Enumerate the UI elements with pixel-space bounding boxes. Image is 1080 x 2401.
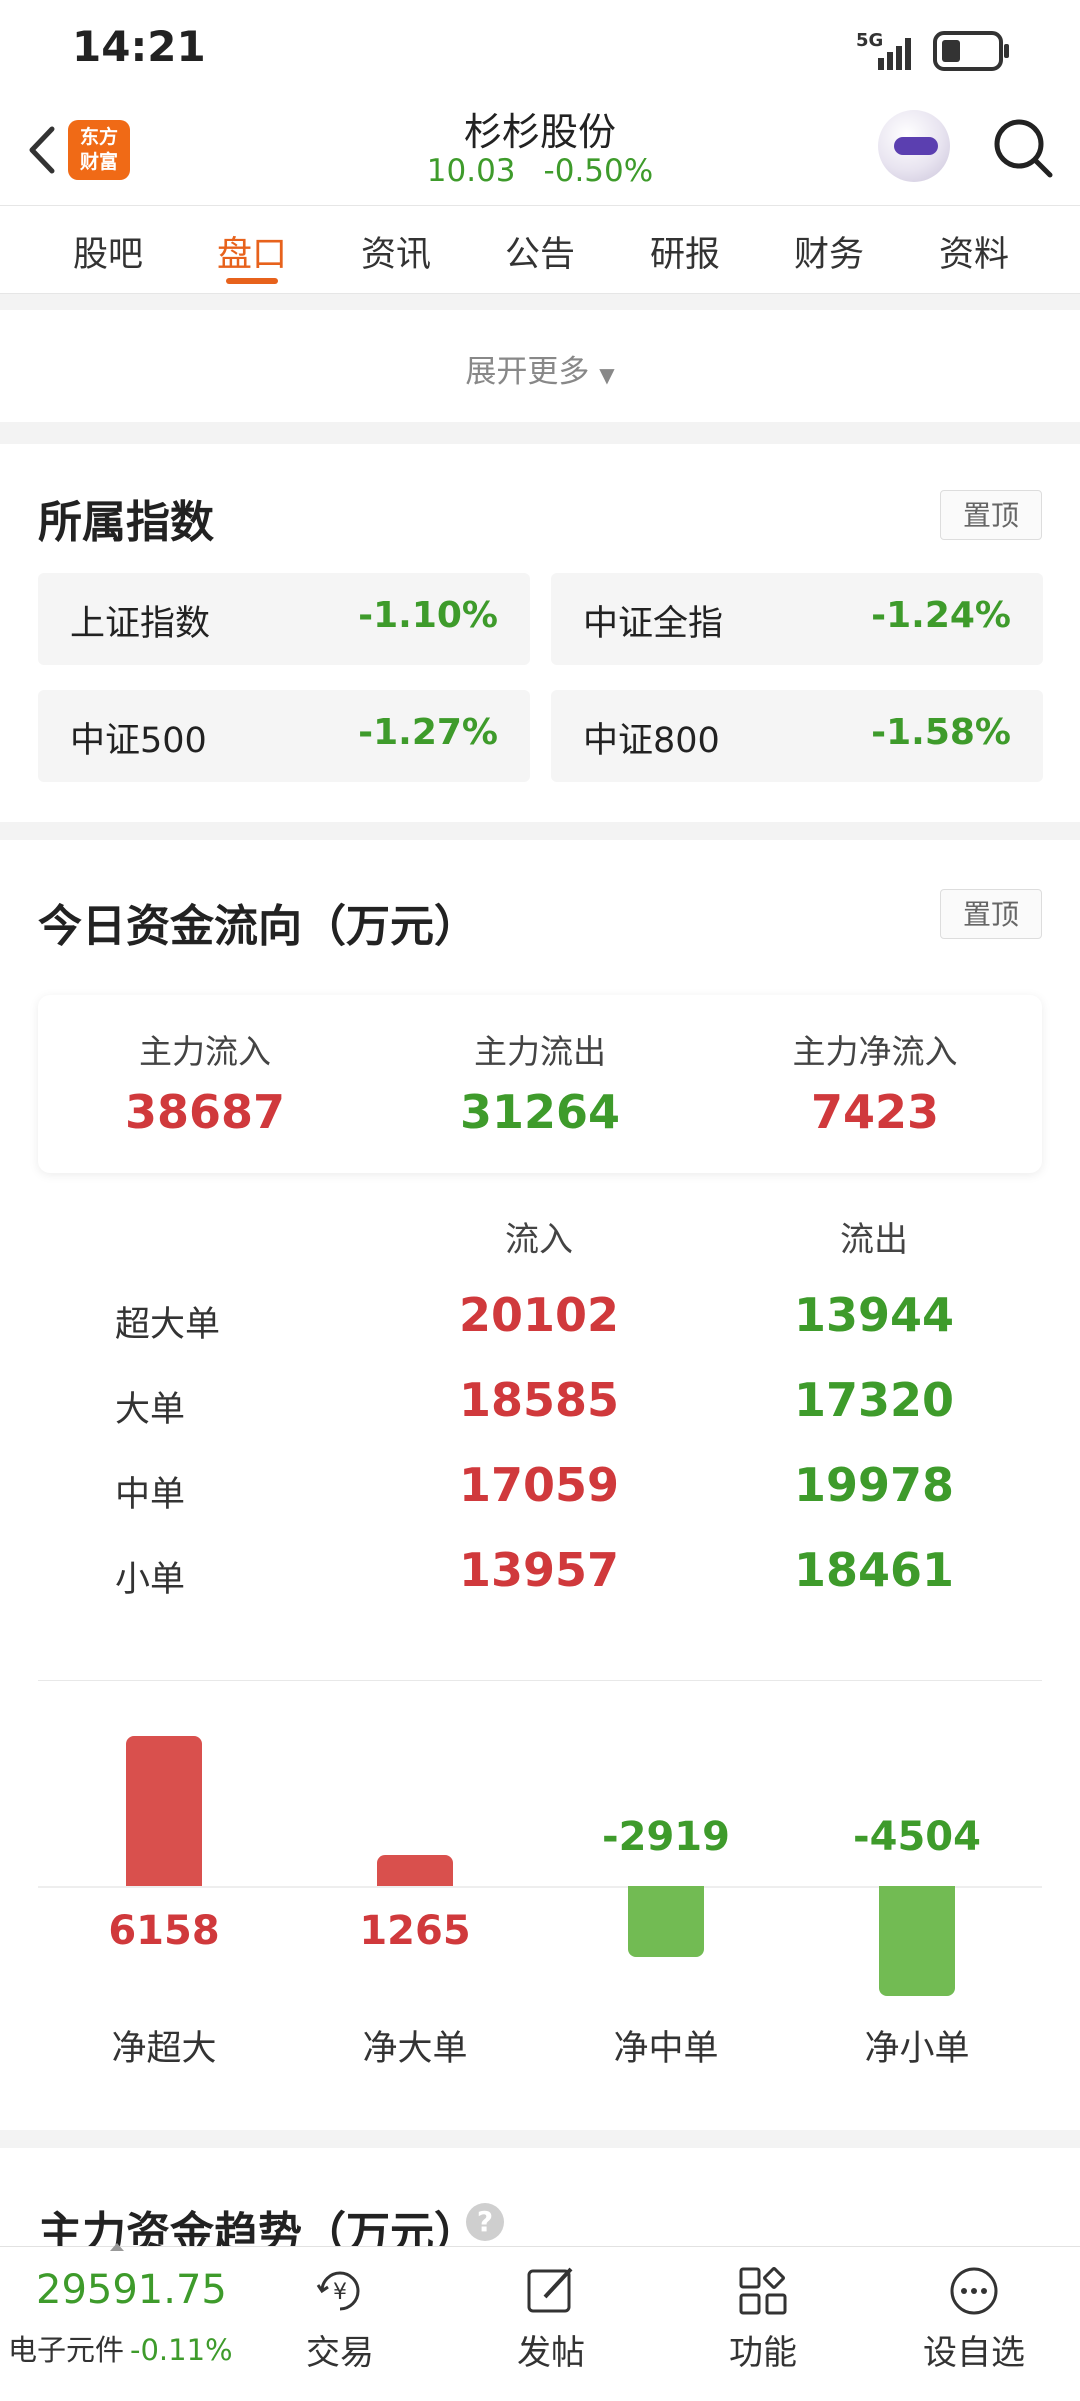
section-divider bbox=[38, 1680, 1042, 1681]
main-inflow-value: 38687 bbox=[124, 1085, 286, 1139]
sector-index-value[interactable]: 29591.75 bbox=[36, 2267, 227, 2313]
order-size-label: 中单 bbox=[115, 1475, 186, 1515]
net-flow-category: 净中单 bbox=[613, 2029, 719, 2069]
search-icon[interactable] bbox=[990, 115, 1056, 181]
net-flow-category: 净小单 bbox=[864, 2029, 970, 2069]
expand-more-label: 展开更多 bbox=[465, 354, 590, 390]
expand-card: 展开更多 ▼ bbox=[0, 310, 1080, 422]
fund-flow-title: 今日资金流向（万元） bbox=[38, 901, 478, 952]
main-outflow-value: 31264 bbox=[459, 1085, 621, 1139]
status-bar: 14:21 5G bbox=[0, 0, 1080, 95]
sector-name: 电子元件 bbox=[8, 2333, 125, 2367]
tab-guba[interactable]: 股吧 bbox=[48, 226, 168, 277]
tab-announcements[interactable]: 公告 bbox=[480, 226, 600, 277]
main-net-inflow-label: 主力净流入 bbox=[792, 1032, 958, 1071]
post-label: 发帖 bbox=[517, 2333, 585, 2373]
svg-text:¥: ¥ bbox=[333, 2280, 347, 2305]
net-flow-category: 净超大 bbox=[111, 2029, 217, 2069]
index-name: 中证全指 bbox=[583, 604, 724, 644]
main-outflow-label: 主力流出 bbox=[474, 1032, 606, 1071]
outflow-value: 19978 bbox=[793, 1458, 955, 1512]
active-tab-indicator bbox=[226, 278, 278, 284]
add-watchlist-button[interactable]: 设自选 bbox=[904, 2263, 1044, 2374]
yuan-cycle-icon: ¥ bbox=[316, 2271, 360, 2311]
net-flow-bar bbox=[377, 1855, 453, 1886]
stock-header: 东方 财富 杉杉股份 10.03 -0.50% bbox=[0, 95, 1080, 205]
tab-news[interactable]: 资讯 bbox=[336, 226, 456, 277]
expand-more-button[interactable]: 展开更多 ▼ bbox=[0, 346, 1080, 391]
outflow-value: 18461 bbox=[793, 1543, 955, 1597]
net-flow-value: 1265 bbox=[359, 1908, 471, 1954]
net-flow-category: 净大单 bbox=[362, 2029, 468, 2069]
main-net-inflow-value: 7423 bbox=[810, 1085, 940, 1139]
edit-icon bbox=[527, 2267, 573, 2313]
index-change: -1.10% bbox=[358, 595, 498, 636]
index-change: -1.27% bbox=[358, 712, 498, 753]
functions-button[interactable]: 功能 bbox=[693, 2263, 833, 2374]
tab-pankou[interactable]: 盘口 bbox=[192, 226, 312, 277]
fund-flow-card: 今日资金流向（万元） 置顶 主力流入 38687 主力流出 31264 主力净流… bbox=[0, 840, 1080, 2130]
index-tile[interactable]: 中证800 -1.58% bbox=[551, 690, 1043, 782]
trade-button[interactable]: ¥ 交易 bbox=[270, 2263, 410, 2374]
add-watchlist-label: 设自选 bbox=[923, 2333, 1025, 2373]
index-section-title: 所属指数 bbox=[38, 497, 214, 548]
outflow-value: 17320 bbox=[793, 1373, 955, 1427]
fund-flow-pin-button[interactable]: 置顶 bbox=[940, 889, 1042, 939]
net-flow-bar bbox=[879, 1886, 955, 1996]
trade-label: 交易 bbox=[306, 2333, 374, 2373]
inflow-column-header: 流入 bbox=[505, 1220, 573, 1260]
tab-bar: 股吧 盘口 资讯 公告 研报 财务 资料 bbox=[0, 205, 1080, 294]
status-time: 14:21 bbox=[72, 22, 206, 71]
inflow-value: 17059 bbox=[458, 1458, 620, 1512]
more-icon bbox=[950, 2267, 998, 2315]
index-tile[interactable]: 中证500 -1.27% bbox=[38, 690, 530, 782]
order-size-label: 小单 bbox=[115, 1560, 186, 1600]
net-flow-value: 6158 bbox=[108, 1908, 220, 1954]
net-flow-bar bbox=[628, 1886, 704, 1958]
caret-up-icon bbox=[110, 2243, 124, 2251]
help-icon[interactable]: ? bbox=[466, 2203, 504, 2241]
index-name: 中证500 bbox=[70, 721, 207, 761]
outflow-column-header: 流出 bbox=[840, 1220, 908, 1260]
tab-profile[interactable]: 资料 bbox=[914, 226, 1034, 277]
sector-index-info[interactable]: 电子元件 -0.11% bbox=[8, 2327, 233, 2369]
robot-visor-icon bbox=[894, 137, 938, 155]
index-change: -1.24% bbox=[871, 595, 1011, 636]
inflow-value: 13957 bbox=[458, 1543, 620, 1597]
main-inflow-label: 主力流入 bbox=[139, 1032, 271, 1071]
order-size-label: 大单 bbox=[115, 1390, 186, 1430]
index-pin-button[interactable]: 置顶 bbox=[940, 490, 1042, 540]
stock-change: -0.50% bbox=[543, 153, 654, 189]
inflow-value: 20102 bbox=[458, 1288, 620, 1342]
bottom-navigation: 29591.75 电子元件 -0.11% ¥ 交易 发帖 功能 设自选 bbox=[0, 2243, 1080, 2401]
net-flow-value: -2919 bbox=[602, 1814, 730, 1860]
inflow-value: 18585 bbox=[458, 1373, 620, 1427]
tab-finance[interactable]: 财务 bbox=[769, 226, 889, 277]
net-flow-bar bbox=[126, 1736, 202, 1886]
net-flow-value: -4504 bbox=[853, 1814, 981, 1860]
grid-icon bbox=[739, 2267, 787, 2315]
tab-research[interactable]: 研报 bbox=[625, 226, 745, 277]
post-button[interactable]: 发帖 bbox=[481, 2263, 621, 2374]
index-name: 中证800 bbox=[583, 721, 720, 761]
sector-change: -0.11% bbox=[130, 2333, 233, 2367]
index-name: 上证指数 bbox=[70, 604, 211, 644]
index-change: -1.58% bbox=[871, 712, 1011, 753]
fund-flow-summary: 主力流入 38687 主力流出 31264 主力净流入 7423 bbox=[38, 995, 1042, 1173]
outflow-value: 13944 bbox=[793, 1288, 955, 1342]
functions-label: 功能 bbox=[729, 2333, 797, 2373]
battery-icon bbox=[933, 31, 1009, 71]
order-size-label: 超大单 bbox=[115, 1305, 221, 1345]
index-tile[interactable]: 上证指数 -1.10% bbox=[38, 573, 530, 665]
caret-down-icon: ▼ bbox=[599, 363, 615, 387]
index-card: 所属指数 置顶 上证指数 -1.10% 中证全指 -1.24% 中证500 -1… bbox=[0, 444, 1080, 822]
stock-price: 10.03 bbox=[426, 153, 516, 189]
index-tile[interactable]: 中证全指 -1.24% bbox=[551, 573, 1043, 665]
